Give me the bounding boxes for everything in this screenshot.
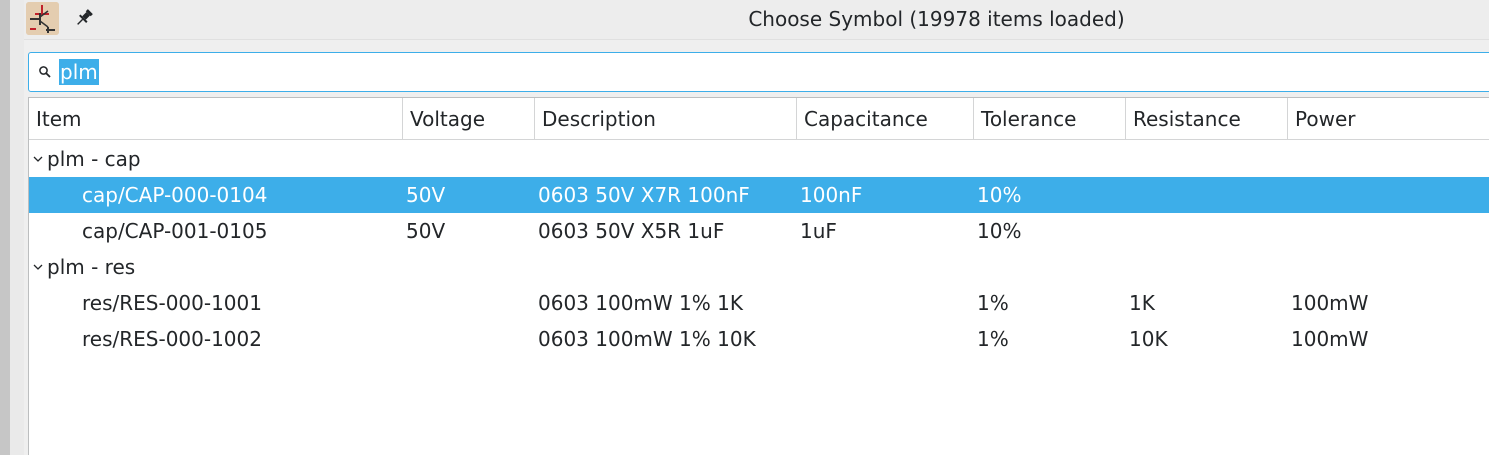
cell-resistance: 10K	[1129, 327, 1168, 351]
table-row[interactable]: cap/CAP-000-0104 50V 0603 50V X7R 100nF …	[29, 177, 1489, 213]
table-row[interactable]: cap/CAP-001-0105 50V 0603 50V X5R 1uF 1u…	[29, 213, 1489, 249]
window-edge-inner	[10, 0, 24, 455]
search-query[interactable]: plm	[59, 59, 99, 85]
table-row[interactable]: res/RES-000-1002 0603 100mW 1% 10K 1% 10…	[29, 321, 1489, 357]
column-header-capacitance[interactable]: Capacitance	[797, 98, 974, 140]
column-header-tolerance[interactable]: Tolerance	[974, 98, 1126, 140]
column-header-resistance[interactable]: Resistance	[1126, 98, 1288, 140]
cell-item: cap/CAP-001-0105	[82, 219, 268, 243]
cell-tolerance: 10%	[977, 183, 1022, 207]
cell-description: 0603 100mW 1% 10K	[538, 327, 756, 351]
cell-description: 0603 50V X7R 100nF	[538, 183, 750, 207]
cell-power: 100mW	[1291, 327, 1369, 351]
window-edge	[0, 0, 10, 455]
cell-item: res/RES-000-1001	[82, 291, 262, 315]
cell-item: cap/CAP-000-0104	[82, 183, 268, 207]
cell-resistance: 1K	[1129, 291, 1155, 315]
column-header-power[interactable]: Power	[1288, 98, 1489, 140]
column-header-item[interactable]: Item	[29, 98, 403, 140]
table-row[interactable]: res/RES-000-1001 0603 100mW 1% 1K 1% 1K …	[29, 285, 1489, 321]
cell-description: 0603 100mW 1% 1K	[538, 291, 743, 315]
column-header-voltage[interactable]: Voltage	[403, 98, 535, 140]
cell-capacitance: 1uF	[800, 219, 837, 243]
window-title: Choose Symbol (19978 items loaded)	[748, 7, 1125, 31]
symbol-tree-table[interactable]: Item Voltage Description Capacitance Tol…	[28, 97, 1489, 455]
tree-group-row[interactable]: plm - cap	[29, 141, 1489, 177]
cell-tolerance: 1%	[977, 291, 1009, 315]
column-header-description[interactable]: Description	[535, 98, 797, 140]
table-header: Item Voltage Description Capacitance Tol…	[29, 98, 1489, 140]
cell-voltage: 50V	[406, 219, 446, 243]
title-bar[interactable]: Choose Symbol (19978 items loaded)	[24, 0, 1489, 40]
cell-voltage: 50V	[406, 183, 446, 207]
chevron-down-icon[interactable]	[33, 154, 43, 164]
cell-description: 0603 50V X5R 1uF	[538, 219, 725, 243]
choose-symbol-dialog: plm Item Voltage Description Capacitance…	[24, 40, 1489, 455]
group-label: plm - res	[47, 255, 136, 279]
cell-tolerance: 10%	[977, 219, 1022, 243]
chevron-down-icon[interactable]	[33, 262, 43, 272]
search-icon	[39, 66, 51, 78]
search-input[interactable]: plm	[28, 52, 1489, 92]
cell-power: 100mW	[1291, 291, 1369, 315]
tree-group-row[interactable]: plm - res	[29, 249, 1489, 285]
cell-item: res/RES-000-1002	[82, 327, 262, 351]
cell-capacitance: 100nF	[800, 183, 863, 207]
group-label: plm - cap	[47, 147, 141, 171]
cell-tolerance: 1%	[977, 327, 1009, 351]
